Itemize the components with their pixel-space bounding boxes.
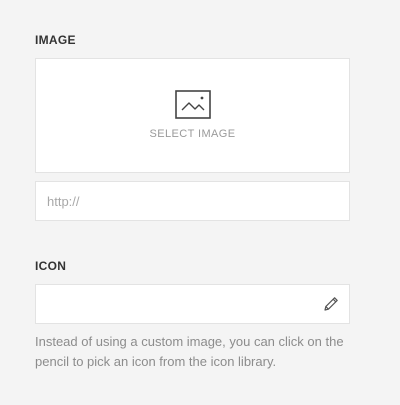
icon-help-text: Instead of using a custom image, you can… [35, 334, 344, 369]
pencil-icon[interactable] [322, 295, 340, 313]
icon-section-label: ICON [35, 259, 67, 273]
image-section-label: IMAGE [35, 33, 76, 47]
image-icon [175, 90, 211, 119]
select-image-label: SELECT IMAGE [149, 128, 236, 140]
image-url-input[interactable] [35, 181, 350, 221]
icon-field[interactable] [35, 284, 350, 324]
select-image-button[interactable]: SELECT IMAGE [35, 58, 350, 173]
